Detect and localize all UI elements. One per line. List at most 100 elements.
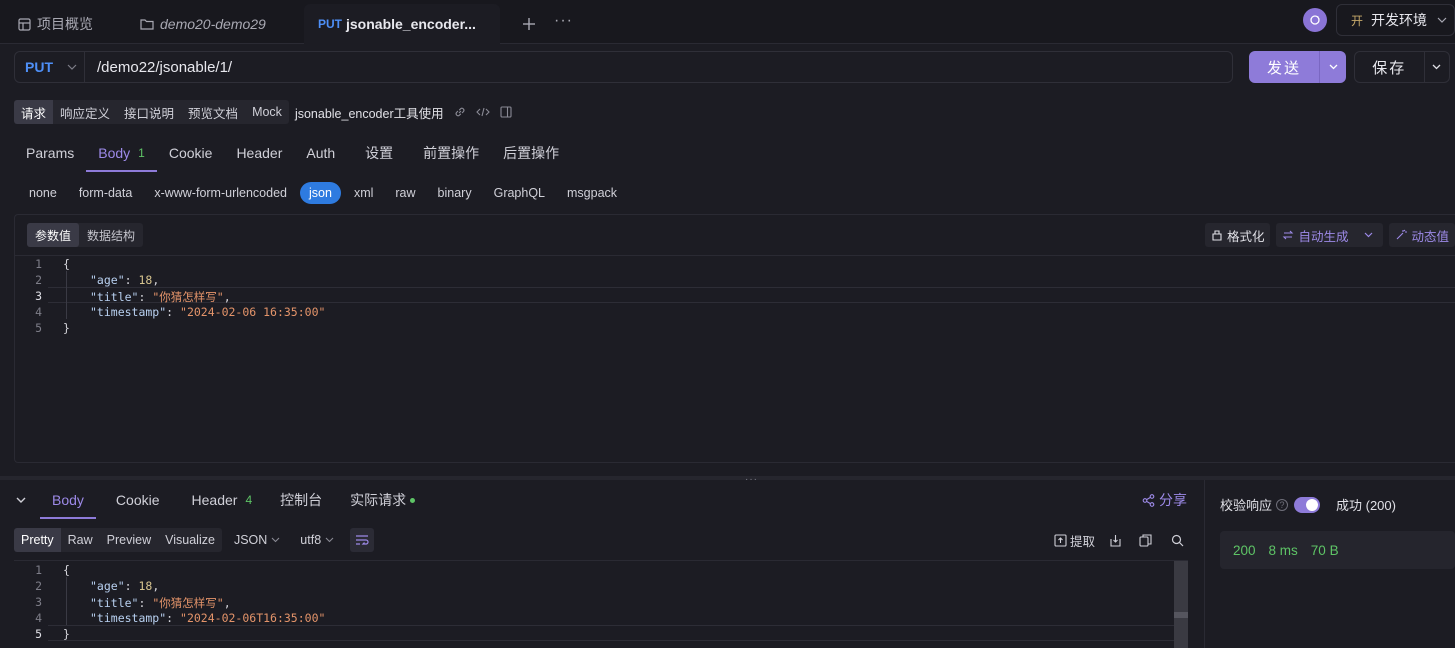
tab-settings[interactable]: 设置 [347, 134, 411, 172]
json-string: "2024-02-06 16:35:00" [180, 305, 326, 319]
body-type-none[interactable]: none [20, 182, 66, 204]
copy-icon [1139, 533, 1152, 547]
copy-button[interactable] [1139, 533, 1155, 547]
chevron-down-icon [16, 497, 26, 503]
tab-project-overview[interactable]: 项目概览 [4, 4, 107, 44]
code-line: { [63, 257, 70, 271]
body-type-raw[interactable]: raw [386, 182, 424, 204]
encoding-select[interactable]: utf8 [300, 533, 334, 547]
link-icon[interactable] [454, 106, 466, 118]
view-raw[interactable]: Raw [60, 528, 100, 552]
search-icon [1171, 534, 1184, 546]
mode-schema[interactable]: 数据结构 [79, 223, 143, 247]
view-visualize[interactable]: Visualize [158, 528, 222, 552]
tab-body[interactable]: Body 1 [86, 134, 157, 172]
format-button[interactable]: 格式化 [1204, 223, 1271, 247]
tab-label: 控制台 [280, 492, 323, 508]
overview-icon [18, 17, 31, 31]
json-string: "你猜怎样写" [152, 290, 224, 304]
scrollbar-thumb[interactable] [1174, 612, 1188, 618]
subtab-response-definition[interactable]: 响应定义 [53, 100, 118, 124]
word-wrap-button[interactable] [350, 528, 375, 552]
extract-button[interactable]: 提取 [1054, 531, 1095, 550]
download-button[interactable] [1109, 534, 1125, 547]
extract-label: 提取 [1070, 534, 1096, 549]
auto-generate-button[interactable]: 自动生成 [1276, 223, 1384, 247]
response-tab-actual-request[interactable]: 实际请求 [338, 481, 427, 519]
subtab-request[interactable]: 请求 [14, 100, 54, 124]
help-icon[interactable]: ? [1276, 498, 1289, 511]
json-key: "timestamp" [90, 611, 167, 625]
chevron-down-icon[interactable] [1364, 232, 1373, 238]
dynamic-value-button[interactable]: 动态值 [1389, 223, 1455, 247]
tab-label: Body [98, 145, 131, 161]
editor-actions: 格式化 自动生成 动态值 [1199, 223, 1455, 247]
view-pretty[interactable]: Pretty [14, 528, 61, 552]
wrap-icon [356, 535, 369, 545]
response-json[interactable]: 1 2 3 4 5 { "age": 18, "title": "你猜怎样写",… [14, 561, 1174, 648]
save-button[interactable]: 保存 [1354, 51, 1450, 83]
tab-params[interactable]: Params [14, 134, 86, 172]
collapse-response-button[interactable] [14, 481, 30, 519]
tab-pre-operations[interactable]: 前置操作 [411, 134, 491, 172]
subtab-mock[interactable]: Mock [245, 100, 289, 124]
body-type-msgpack[interactable]: msgpack [558, 182, 626, 204]
drag-handle-icon[interactable]: ··· [745, 474, 758, 485]
tab-cookie[interactable]: Cookie [157, 134, 225, 172]
body-type-binary[interactable]: binary [429, 182, 481, 204]
json-key: "title" [90, 290, 139, 304]
magic-wand-icon [1397, 229, 1408, 240]
view-preview[interactable]: Preview [99, 528, 159, 552]
env-badge: 开 [1351, 13, 1364, 28]
body-type-json[interactable]: json [300, 182, 341, 204]
subtab-api-description[interactable]: 接口说明 [117, 100, 182, 124]
panel-divider [1204, 480, 1205, 648]
json-key: "age" [90, 273, 125, 287]
mode-values[interactable]: 参数值 [27, 223, 80, 247]
search-button[interactable] [1171, 534, 1187, 547]
save-options-button[interactable] [1423, 52, 1449, 82]
response-scrollbar[interactable] [1174, 561, 1188, 648]
panel-toggle-icon[interactable] [500, 106, 512, 118]
response-size: 70 B [1310, 542, 1339, 558]
tab-auth[interactable]: Auth [294, 134, 347, 172]
body-type-urlencoded[interactable]: x-www-form-urlencoded [145, 182, 296, 204]
line-number: 4 [35, 305, 42, 319]
tab-active-request[interactable]: PUT jsonable_encoder... [304, 4, 500, 44]
response-actions: 提取 [1054, 528, 1187, 552]
format-select[interactable]: JSON [234, 533, 280, 547]
status-code: 200 [1233, 542, 1256, 558]
body-type-form-data[interactable]: form-data [70, 182, 142, 204]
line-number: 5 [35, 627, 42, 641]
response-tab-console[interactable]: 控制台 [264, 481, 338, 519]
method-select[interactable]: PUT [15, 52, 85, 82]
chevron-down-icon [271, 537, 280, 543]
response-tab-header[interactable]: Header 4 [180, 481, 265, 519]
subtab-preview-docs[interactable]: 预览文档 [181, 100, 246, 124]
tab-label: demo20-demo29 [160, 16, 266, 32]
more-tabs-button[interactable]: ··· [540, 4, 587, 44]
response-tab-cookie[interactable]: Cookie [96, 481, 180, 519]
panel-splitter[interactable] [0, 476, 1455, 480]
format-label: 格式化 [1226, 229, 1265, 244]
url-input[interactable] [85, 58, 1232, 76]
send-button[interactable]: 发送 [1249, 51, 1346, 83]
code-icon[interactable] [475, 106, 490, 118]
response-tab-body[interactable]: Body [40, 481, 96, 519]
more-icon: ··· [554, 12, 573, 29]
tab-post-operations[interactable]: 后置操作 [491, 134, 571, 172]
plus-icon [523, 18, 535, 30]
body-type-graphql[interactable]: GraphQL [485, 182, 554, 204]
sync-icon[interactable] [1303, 8, 1327, 32]
auto-generate-label: 自动生成 [1298, 229, 1349, 244]
share-button[interactable]: 分享 [1142, 490, 1187, 510]
validate-result[interactable]: 成功 (200) [1336, 495, 1396, 514]
send-options-button[interactable] [1319, 51, 1346, 83]
environment-select[interactable]: 开 开发环境 [1336, 4, 1455, 36]
tab-label: Params [26, 145, 75, 161]
validate-toggle[interactable] [1294, 496, 1321, 513]
body-type-xml[interactable]: xml [345, 182, 382, 204]
tab-header[interactable]: Header [224, 134, 294, 172]
tab-folder[interactable]: demo20-demo29 [126, 4, 280, 44]
request-json-editor[interactable]: 1 2 3 4 5 { "age": 18, "title": "你猜怎样写",… [14, 255, 1455, 345]
